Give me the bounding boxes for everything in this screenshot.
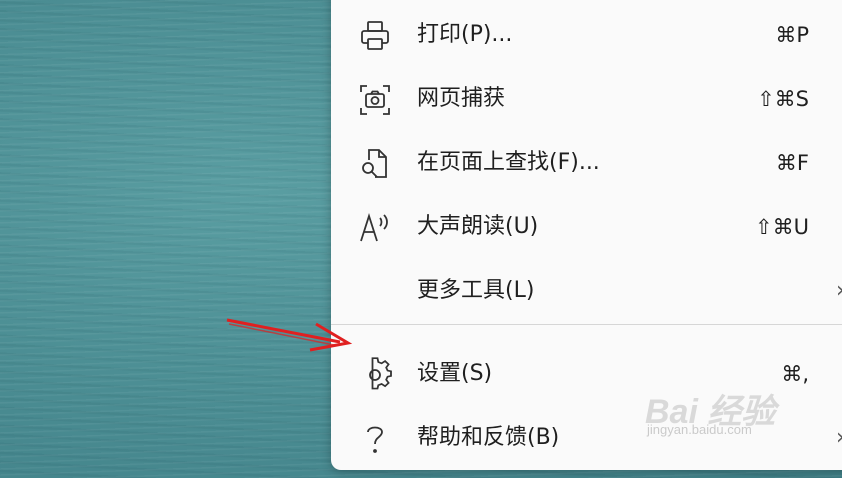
chevron-right-icon: › [836,422,842,454]
menu-item-shortcut: ⌘F [775,151,809,175]
menu-separator [331,324,842,325]
menu-item-find-in-page[interactable]: 在页面上查找(F)... ⌘F [331,133,842,193]
menu-item-label: 更多工具(L) [417,278,535,303]
red-annotation-arrow [226,318,353,352]
menu-item-read-aloud[interactable]: 大声朗读(U) ⇧⌘U [331,197,842,257]
find-in-page-icon [357,146,393,182]
printer-icon [357,18,393,54]
menu-item-shortcut: ⇧⌘U [755,215,809,239]
menu-item-shortcut: ⌘, [781,362,809,386]
menu-item-label: 设置(S) [417,361,493,386]
menu-item-shortcut: ⇧⌘S [757,87,809,111]
screenshot-capture-icon [357,82,393,118]
menu-item-label: 在页面上查找(F)... [417,150,600,175]
gear-icon [357,357,393,393]
menu-item-help-feedback[interactable]: 帮助和反馈(B) › [331,408,842,468]
help-question-icon [357,421,393,457]
menu-item-label: 大声朗读(U) [417,214,539,239]
read-aloud-icon [357,210,393,246]
menu-item-web-capture[interactable]: 网页捕获 ⇧⌘S [331,69,842,129]
browser-context-menu: 打印(P)... ⌘P 网页捕获 ⇧⌘S 在页面上查找(F)... ⌘F 大声朗… [331,0,842,470]
menu-item-settings[interactable]: 设置(S) ⌘, [331,344,842,404]
menu-item-label: 打印(P)... [417,22,513,47]
menu-item-shortcut: ⌘P [775,23,809,47]
menu-item-print[interactable]: 打印(P)... ⌘P [331,5,842,65]
menu-item-more-tools[interactable]: 更多工具(L) › [331,261,842,321]
menu-item-label: 帮助和反馈(B) [417,425,560,450]
chevron-right-icon: › [836,275,842,307]
menu-item-label: 网页捕获 [417,86,506,111]
